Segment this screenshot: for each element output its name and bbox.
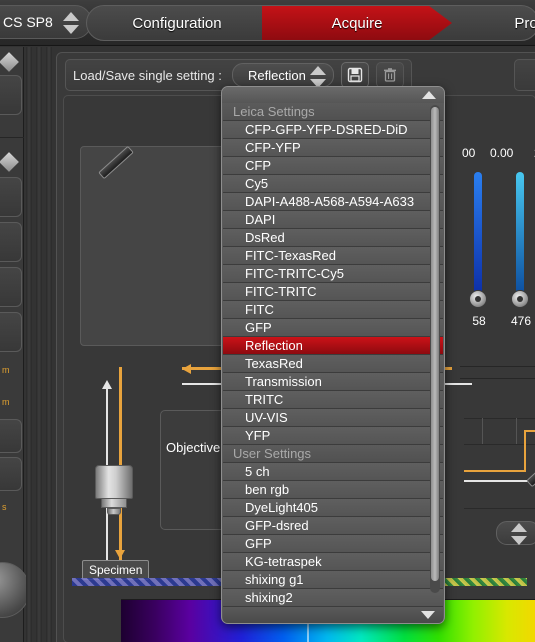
laser-slider-1[interactable]: 476	[511, 172, 531, 328]
left-tool-strip: m m s	[0, 47, 30, 642]
hatched-strip-green	[437, 578, 527, 586]
dropdown-item[interactable]: 5 ch	[223, 463, 443, 481]
beam-arrow-left	[182, 364, 191, 374]
dropdown-scroll-down[interactable]	[223, 607, 443, 623]
workflow-tabs: Configuration Acquire Process	[86, 5, 535, 41]
left-tool-button-5[interactable]	[0, 312, 22, 352]
trash-icon	[383, 68, 396, 82]
delete-setting-button[interactable]	[375, 62, 404, 88]
dropdown-item[interactable]: shixing2	[223, 589, 443, 607]
chevron-up-icon	[422, 91, 436, 99]
dropdown-item[interactable]: Reflection	[223, 337, 443, 355]
dropdown-item[interactable]: CFP	[223, 157, 443, 175]
objective-label: Objective:	[166, 440, 224, 455]
dropdown-item[interactable]: CFP-GFP-YFP-DSRED-DiD	[223, 121, 443, 139]
save-setting-button[interactable]	[340, 62, 369, 88]
top-navigation-bar: CS SP8 Configuration Acquire Process	[0, 0, 535, 46]
tab-configuration[interactable]: Configuration	[87, 6, 267, 40]
updown-spinner-icon[interactable]	[63, 11, 79, 35]
laser-wavelength-1: 476	[510, 314, 532, 328]
dropdown-item[interactable]: UV-VIS	[223, 409, 443, 427]
dropdown-item[interactable]: DyeLight405	[223, 499, 443, 517]
left-tool-button-3[interactable]	[0, 222, 22, 262]
chevron-down-icon	[421, 611, 435, 619]
laser-power-value-0: 00	[462, 146, 476, 160]
dropdown-item[interactable]: FITC-TRITC-Cy5	[223, 265, 443, 283]
dropdown-item[interactable]: DAPI-A488-A568-A594-A633	[223, 193, 443, 211]
laser-slider-knob-0[interactable]	[469, 290, 487, 308]
dropdown-item[interactable]: Transmission	[223, 373, 443, 391]
beam-arrow-down	[115, 550, 125, 559]
dropdown-item[interactable]: GFP	[223, 319, 443, 337]
panel-rail-1	[26, 47, 32, 642]
dropdown-item[interactable]: GFP-dsred	[223, 517, 443, 535]
system-selector[interactable]: CS SP8	[0, 5, 92, 39]
dropdown-item[interactable]: FITC-TRITC	[223, 283, 443, 301]
left-tool-button-1[interactable]	[0, 75, 22, 115]
dropdown-group-header: Leica Settings	[223, 103, 443, 121]
left-tool-button-6[interactable]	[0, 419, 22, 453]
right-beam-detail	[464, 418, 535, 518]
diamond-marker-icon-2	[0, 152, 19, 172]
dropdown-item[interactable]: CFP-YFP	[223, 139, 443, 157]
floppy-disk-icon	[347, 67, 363, 83]
settings-dropdown-list[interactable]: Leica Settings CFP-GFP-YFP-DSRED-DiD CFP-Y…	[221, 86, 445, 624]
dropdown-item[interactable]: YFP	[223, 427, 443, 445]
dropdown-item[interactable]: ben rgb	[223, 481, 443, 499]
dropdown-item[interactable]: Cy5	[223, 175, 443, 193]
dropdown-items[interactable]: Leica Settings CFP-GFP-YFP-DSRED-DiD CFP-Y…	[223, 103, 443, 607]
tab-process-label: Process	[514, 14, 535, 32]
value-stepper[interactable]	[496, 521, 535, 545]
updown-spinner-icon-2[interactable]	[511, 522, 527, 546]
dropdown-group-header: User Settings	[223, 445, 443, 463]
dropdown-item[interactable]: KG-tetraspek	[223, 553, 443, 571]
laser-slider-0[interactable]: 58	[469, 172, 487, 328]
laser-power-value-1: 0.00	[490, 146, 514, 160]
panel-divider-1	[460, 366, 535, 367]
dropdown-scroll-up[interactable]	[222, 87, 444, 103]
dropdown-item[interactable]: shixing g1	[223, 571, 443, 589]
load-save-label: Load/Save single setting :	[73, 67, 222, 83]
mirror-icon-right	[526, 453, 535, 488]
dropdown-item[interactable]: GFP	[223, 535, 443, 553]
dropdown-scroll-thumb[interactable]	[431, 107, 439, 581]
left-strip-label-c: s	[2, 502, 7, 512]
specimen-label: Specimen	[82, 560, 150, 580]
left-strip-label-a: m	[2, 365, 10, 375]
application-window: CS SP8 Configuration Acquire Process m	[0, 0, 535, 642]
system-label: CS SP8	[3, 14, 53, 30]
divider	[0, 137, 24, 138]
panel-divider-2	[460, 378, 535, 379]
dropdown-item[interactable]: TexasRed	[223, 355, 443, 373]
tab-acquire-label: Acquire	[331, 14, 383, 32]
dropdown-item[interactable]: DsRed	[223, 229, 443, 247]
setting-combobox-value: Reflection	[247, 67, 306, 83]
right-partial-toolbar[interactable]	[514, 59, 535, 91]
laser-power-values: 00 0.00 2.00 0.0	[462, 146, 535, 164]
left-tool-button-2[interactable]	[0, 177, 22, 217]
laser-wavelength-0: 58	[472, 314, 486, 328]
tab-process[interactable]: Process	[459, 6, 535, 40]
detection-arrow-up	[102, 380, 112, 389]
diamond-marker-icon	[0, 52, 19, 72]
objective-lens-icon	[95, 465, 133, 517]
left-strip-label-b: m	[2, 397, 10, 407]
tab-acquire[interactable]: Acquire	[262, 6, 452, 40]
panel-rail-2	[36, 47, 42, 642]
dropdown-item[interactable]: FITC	[223, 301, 443, 319]
dropdown-item[interactable]: DAPI	[223, 211, 443, 229]
left-tool-button-4[interactable]	[0, 267, 22, 307]
panel-rail-3	[46, 47, 52, 642]
dropdown-scrollbar[interactable]	[430, 105, 440, 593]
dropdown-item[interactable]: TRITC	[223, 391, 443, 409]
setting-combobox[interactable]: Reflection	[231, 63, 334, 88]
dropdown-item[interactable]: FITC-TexasRed	[223, 247, 443, 265]
left-tool-button-7[interactable]	[0, 457, 22, 491]
laser-slider-knob-1[interactable]	[511, 290, 529, 308]
tab-configuration-label: Configuration	[132, 14, 222, 32]
laser-power-panel: 00 0.00 2.00 0.0 58 476	[462, 146, 535, 361]
